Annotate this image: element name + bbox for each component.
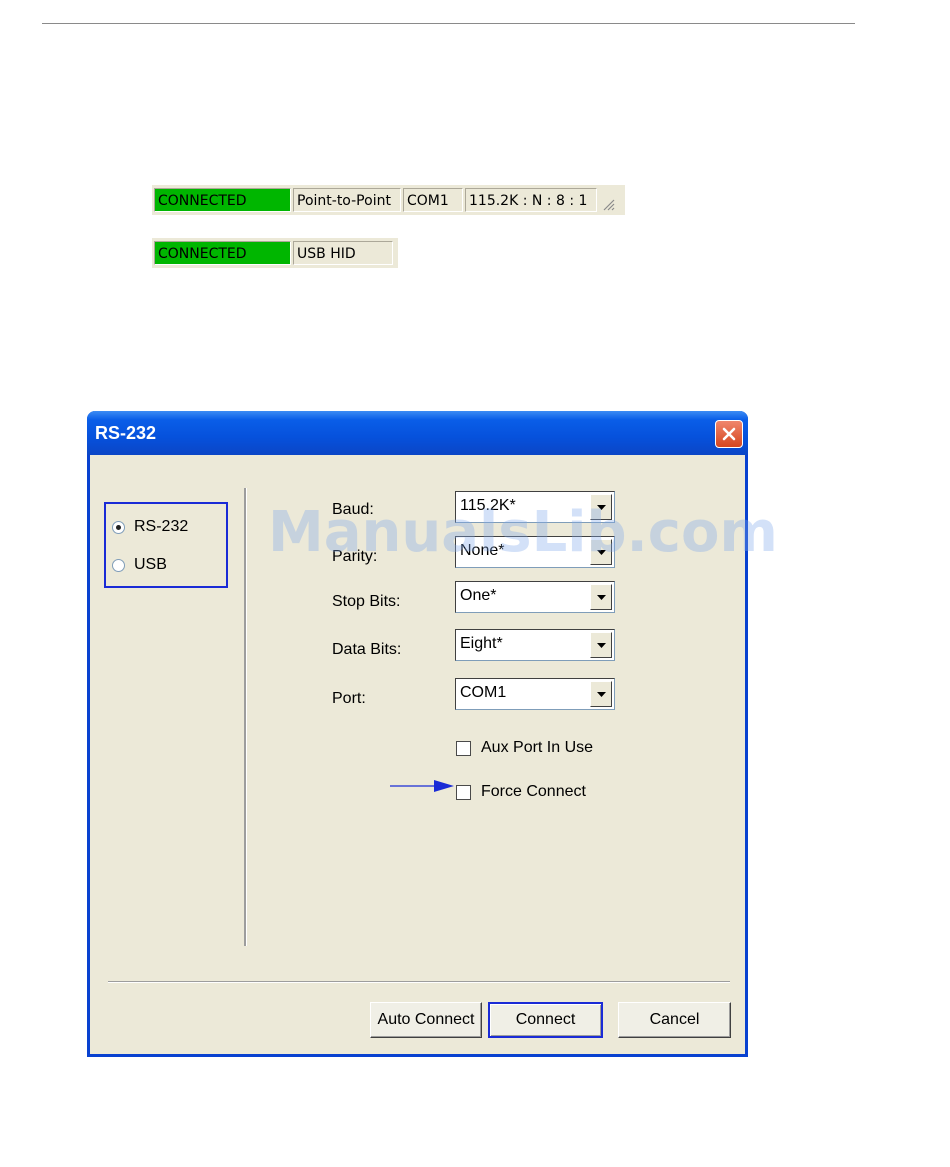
connection-state: CONNECTED: [154, 241, 291, 265]
parity-label: Parity:: [332, 548, 378, 565]
dropdown-button[interactable]: [590, 584, 612, 610]
close-icon: [722, 427, 736, 441]
connect-button[interactable]: Connect: [488, 1002, 603, 1038]
dropdown-button[interactable]: [590, 681, 612, 707]
data-bits-value: Eight*: [460, 635, 503, 652]
radio-button-icon[interactable]: [112, 520, 125, 534]
rs232-dialog: RS-232 RS-232 USB Baud: 115.2K* Parity:: [87, 411, 748, 1057]
vertical-divider: [244, 488, 247, 946]
horizontal-divider: [108, 981, 730, 983]
checkbox-icon[interactable]: [456, 784, 471, 800]
arrow-annotation-icon: [390, 780, 454, 792]
parity-value: None*: [460, 542, 505, 559]
radio-button-icon[interactable]: [112, 558, 125, 572]
chevron-down-icon: [596, 642, 606, 648]
status-bar-usb: CONNECTED USB HID: [152, 238, 398, 268]
radio-rs232[interactable]: RS-232: [112, 518, 188, 536]
stop-bits-value: One*: [460, 587, 497, 604]
status-bar-rs232: CONNECTED Point-to-Point COM1 115.2K : N…: [152, 185, 625, 215]
dropdown-button[interactable]: [590, 494, 612, 520]
port-label: Port:: [332, 690, 366, 707]
radio-usb[interactable]: USB: [112, 556, 167, 574]
port-indicator: COM1: [403, 188, 463, 212]
chevron-down-icon: [596, 549, 606, 555]
connection-state: CONNECTED: [154, 188, 291, 212]
title-bar[interactable]: RS-232: [87, 411, 748, 455]
data-bits-select[interactable]: Eight*: [455, 629, 615, 661]
dialog-body: RS-232 USB Baud: 115.2K* Parity: None* S…: [90, 455, 745, 1054]
page-rule: [42, 23, 855, 24]
force-connect-label: Force Connect: [481, 783, 586, 800]
dropdown-button[interactable]: [590, 632, 612, 658]
aux-port-checkbox[interactable]: Aux Port In Use: [456, 739, 593, 757]
dropdown-button[interactable]: [590, 539, 612, 565]
connection-mode: USB HID: [293, 241, 393, 265]
port-value: COM1: [460, 684, 507, 701]
connection-mode: Point-to-Point: [293, 188, 401, 212]
chevron-down-icon: [596, 691, 606, 697]
data-bits-label: Data Bits:: [332, 641, 402, 658]
port-settings: 115.2K : N : 8 : 1: [465, 188, 597, 212]
checkbox-icon[interactable]: [456, 740, 471, 756]
cancel-button[interactable]: Cancel: [618, 1002, 731, 1038]
force-connect-checkbox[interactable]: Force Connect: [456, 783, 586, 801]
radio-rs232-label: RS-232: [134, 518, 189, 535]
baud-value: 115.2K*: [460, 497, 516, 514]
stop-bits-select[interactable]: One*: [455, 581, 615, 613]
chevron-down-icon: [596, 594, 606, 600]
parity-select[interactable]: None*: [455, 536, 615, 568]
resize-grip-icon[interactable]: [599, 189, 615, 211]
interface-selector: [104, 502, 228, 588]
stop-bits-label: Stop Bits:: [332, 593, 401, 610]
radio-usb-label: USB: [134, 556, 167, 573]
close-button[interactable]: [715, 420, 743, 448]
aux-port-label: Aux Port In Use: [481, 739, 594, 756]
dialog-title: RS-232: [95, 423, 157, 443]
chevron-down-icon: [596, 504, 606, 510]
auto-connect-button[interactable]: Auto Connect: [370, 1002, 482, 1038]
baud-select[interactable]: 115.2K*: [455, 491, 615, 523]
port-select[interactable]: COM1: [455, 678, 615, 710]
baud-label: Baud:: [332, 501, 374, 518]
